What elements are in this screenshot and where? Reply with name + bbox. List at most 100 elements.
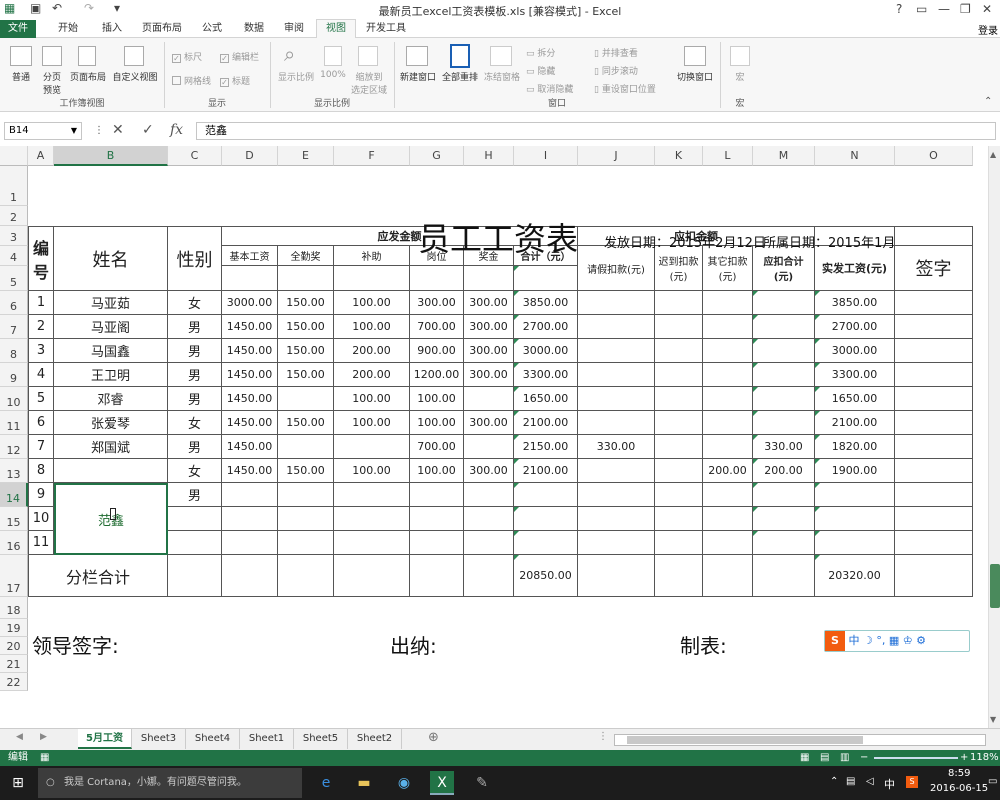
cortana-search-box[interactable]: ○ 我是 Cortana，小娜。有问题尽管问我。: [38, 768, 302, 798]
zoom-level[interactable]: 118%: [970, 750, 999, 766]
row-header-19[interactable]: 19: [0, 619, 28, 637]
cell-net[interactable]: [815, 483, 895, 507]
cell-bonus[interactable]: 300.00: [464, 459, 514, 483]
row-header-20[interactable]: 20: [0, 637, 28, 655]
zoom-in-icon[interactable]: +: [960, 750, 968, 766]
row-header-22[interactable]: 22: [0, 673, 28, 691]
cell-signature[interactable]: [895, 315, 973, 339]
sheet-tab-5[interactable]: Sheet2: [348, 729, 402, 749]
row-header-8[interactable]: 8: [0, 339, 28, 363]
column-header-M[interactable]: M: [753, 146, 815, 166]
cell-name[interactable]: 马国鑫: [54, 339, 168, 363]
cell-name[interactable]: 郑国斌: [54, 435, 168, 459]
view-side-by-side-button[interactable]: ▯ 并排查看: [594, 46, 638, 59]
cell-net[interactable]: 1900.00: [815, 459, 895, 483]
row-header-9[interactable]: 9: [0, 363, 28, 387]
cell-bonus[interactable]: [464, 483, 514, 507]
cell-name[interactable]: 王卫明: [54, 363, 168, 387]
column-header-D[interactable]: D: [222, 146, 278, 166]
cell-gender[interactable]: 女: [168, 411, 222, 435]
login-link[interactable]: 登录: [978, 22, 998, 37]
horizontal-scrollbar[interactable]: [614, 734, 986, 746]
cell-signature[interactable]: [895, 411, 973, 435]
cell-post[interactable]: 100.00: [410, 411, 464, 435]
header-leave[interactable]: 请假扣款(元): [578, 246, 655, 291]
column-header-K[interactable]: K: [655, 146, 703, 166]
cell-attend[interactable]: 150.00: [278, 411, 334, 435]
cell-bonus[interactable]: [464, 387, 514, 411]
cell-attend[interactable]: [278, 483, 334, 507]
cell-post[interactable]: [410, 531, 464, 555]
cell-bonus[interactable]: 300.00: [464, 315, 514, 339]
network-icon[interactable]: ▤: [846, 776, 855, 787]
cell-total[interactable]: [514, 483, 578, 507]
cell-attend[interactable]: [278, 531, 334, 555]
page-layout-button[interactable]: 页面布局: [66, 70, 110, 83]
sync-scroll-button[interactable]: ▯ 同步滚动: [594, 64, 638, 77]
cell-number[interactable]: 5: [28, 387, 54, 411]
cell-attend[interactable]: 150.00: [278, 315, 334, 339]
row-header-2[interactable]: 2: [0, 206, 28, 226]
subtotal-blank[interactable]: [895, 555, 973, 597]
cell-total[interactable]: 3850.00: [514, 291, 578, 315]
excel-taskbar-icon[interactable]: X: [430, 771, 454, 795]
sheet-tab-0[interactable]: 5月工资: [78, 729, 132, 749]
row-header-4[interactable]: 4: [0, 246, 28, 266]
select-all-corner[interactable]: [0, 146, 28, 166]
edge-browser-icon[interactable]: e: [314, 771, 338, 795]
cell-bonus[interactable]: 300.00: [464, 363, 514, 387]
cell-late[interactable]: [655, 531, 703, 555]
minimize-icon[interactable]: —: [938, 2, 950, 16]
add-sheet-icon[interactable]: ⊕: [428, 730, 439, 745]
cell-basic[interactable]: [222, 507, 278, 531]
cell-other[interactable]: 200.00: [703, 459, 753, 483]
ime-toolbar[interactable]: S 中 ☽ °, ▦ ♔ ⚙: [824, 630, 970, 652]
cell-post[interactable]: 100.00: [410, 459, 464, 483]
cell-name[interactable]: 张爱琴: [54, 411, 168, 435]
column-header-B[interactable]: B: [54, 146, 168, 166]
header-subsidy[interactable]: 补助: [334, 246, 410, 266]
cell-signature[interactable]: [895, 387, 973, 411]
cell-signature[interactable]: [895, 507, 973, 531]
cell-subsidy[interactable]: [334, 531, 410, 555]
cell-bonus[interactable]: 300.00: [464, 291, 514, 315]
help-icon[interactable]: ?: [896, 2, 902, 16]
cell-other[interactable]: [703, 435, 753, 459]
cell-gender[interactable]: 男: [168, 339, 222, 363]
tab-scroll-right-icon[interactable]: ▶: [40, 732, 47, 742]
name-box[interactable]: B14 ▼: [4, 122, 82, 140]
column-header-E[interactable]: E: [278, 146, 334, 166]
cell-other[interactable]: [703, 363, 753, 387]
cell-late[interactable]: [655, 315, 703, 339]
cell-number[interactable]: 10: [28, 507, 54, 531]
cell-net[interactable]: [815, 531, 895, 555]
cell-basic[interactable]: 3000.00: [222, 291, 278, 315]
windows-start-icon[interactable]: ⊞: [6, 771, 30, 795]
cell-net[interactable]: 3850.00: [815, 291, 895, 315]
row-header-16[interactable]: 16: [0, 531, 28, 555]
cell-late[interactable]: [655, 507, 703, 531]
cell-total[interactable]: [514, 531, 578, 555]
cell-leave[interactable]: [578, 507, 655, 531]
cell-number[interactable]: 3: [28, 339, 54, 363]
cell-bonus[interactable]: [464, 507, 514, 531]
cell-late[interactable]: [655, 411, 703, 435]
cell-signature[interactable]: [895, 483, 973, 507]
cell-gender[interactable]: 男: [168, 315, 222, 339]
header-signature[interactable]: 签字: [895, 246, 973, 291]
cell-net[interactable]: 1820.00: [815, 435, 895, 459]
row-header-12[interactable]: 12: [0, 435, 28, 459]
cell-bonus[interactable]: [464, 435, 514, 459]
ruler-checkbox[interactable]: ✓ 标尺: [172, 50, 202, 63]
cell-leave[interactable]: [578, 363, 655, 387]
header-basic[interactable]: 基本工资: [222, 246, 278, 266]
cell-late[interactable]: [655, 363, 703, 387]
cell-basic[interactable]: 1450.00: [222, 339, 278, 363]
cell-subsidy[interactable]: 100.00: [334, 459, 410, 483]
cell-leave[interactable]: 330.00: [578, 435, 655, 459]
cell-signature[interactable]: [895, 363, 973, 387]
sheet-tab-3[interactable]: Sheet1: [240, 729, 294, 749]
horizontal-scroll-thumb[interactable]: [627, 736, 863, 744]
page-layout-status-icon[interactable]: ▤: [820, 750, 829, 766]
ribbon-tab-0[interactable]: 文件: [0, 20, 36, 38]
